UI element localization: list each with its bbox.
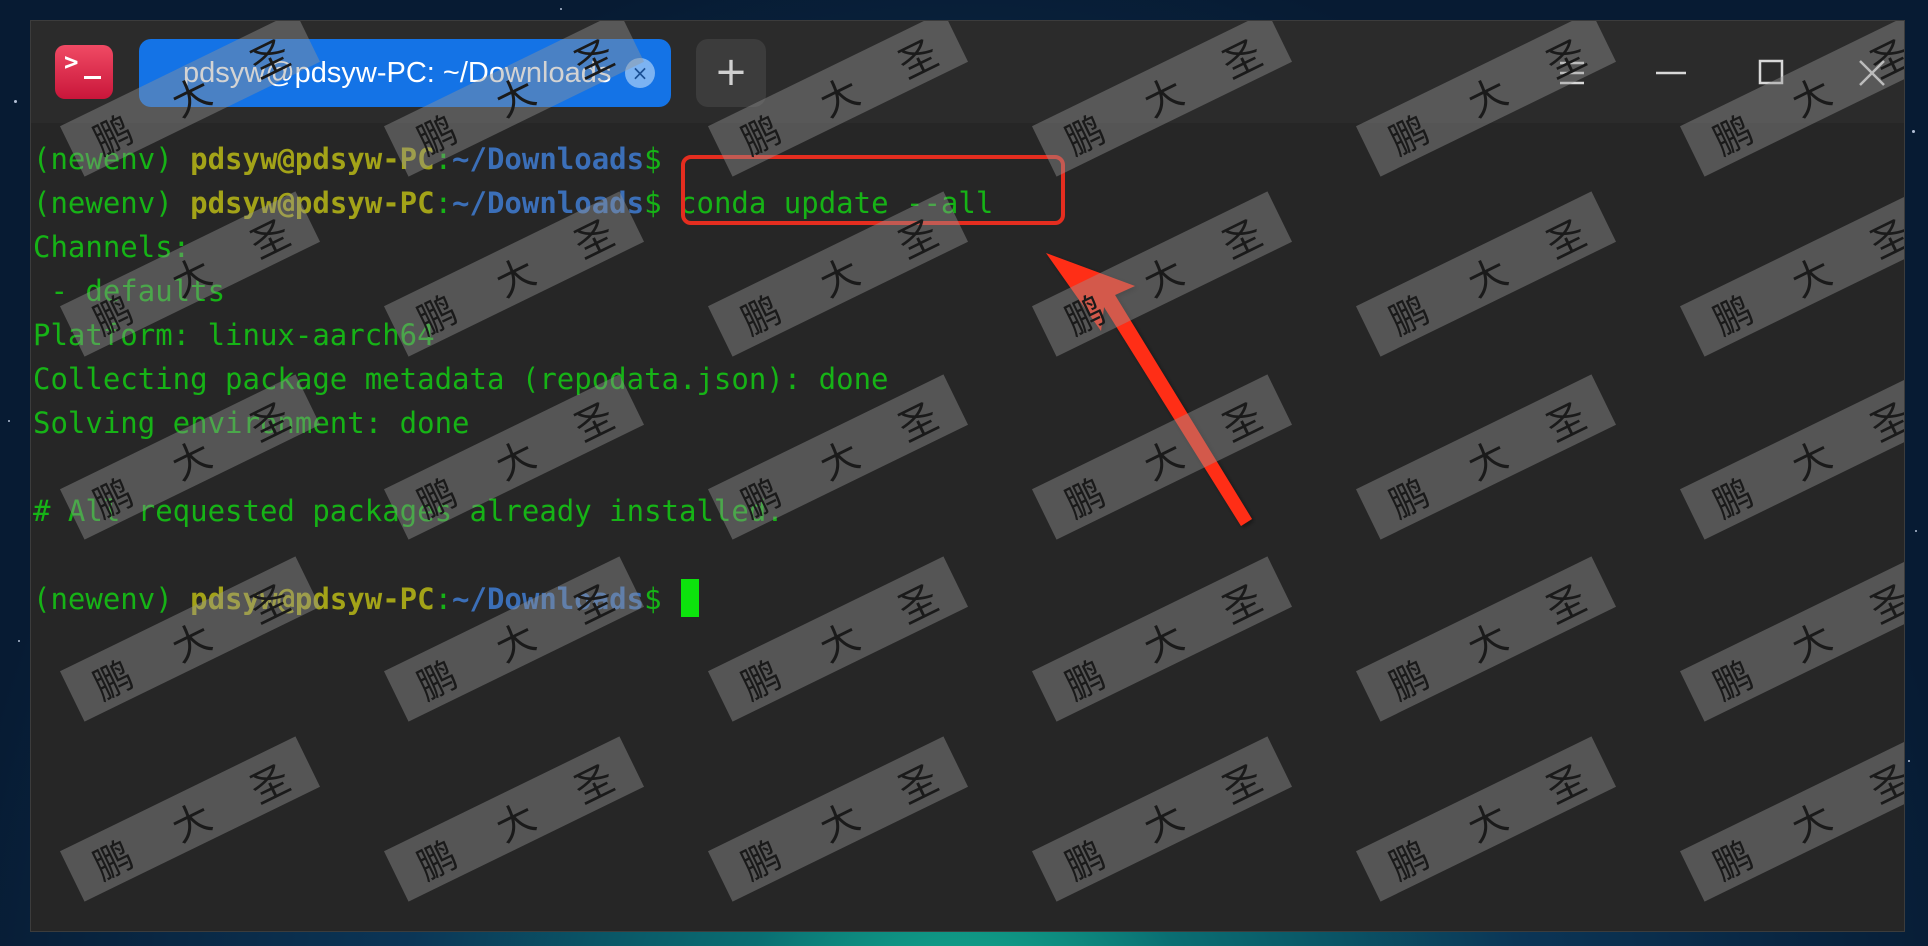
star xyxy=(18,640,20,642)
star xyxy=(1915,530,1917,532)
terminal-window: > pdsyw@pdsyw-PC: ~/Downloads × + (newen… xyxy=(30,20,1905,932)
star xyxy=(1912,130,1915,133)
star xyxy=(1908,760,1910,762)
star xyxy=(14,100,17,103)
star xyxy=(8,420,10,422)
star xyxy=(560,8,562,10)
annotation-arrow-icon xyxy=(1046,253,1252,526)
